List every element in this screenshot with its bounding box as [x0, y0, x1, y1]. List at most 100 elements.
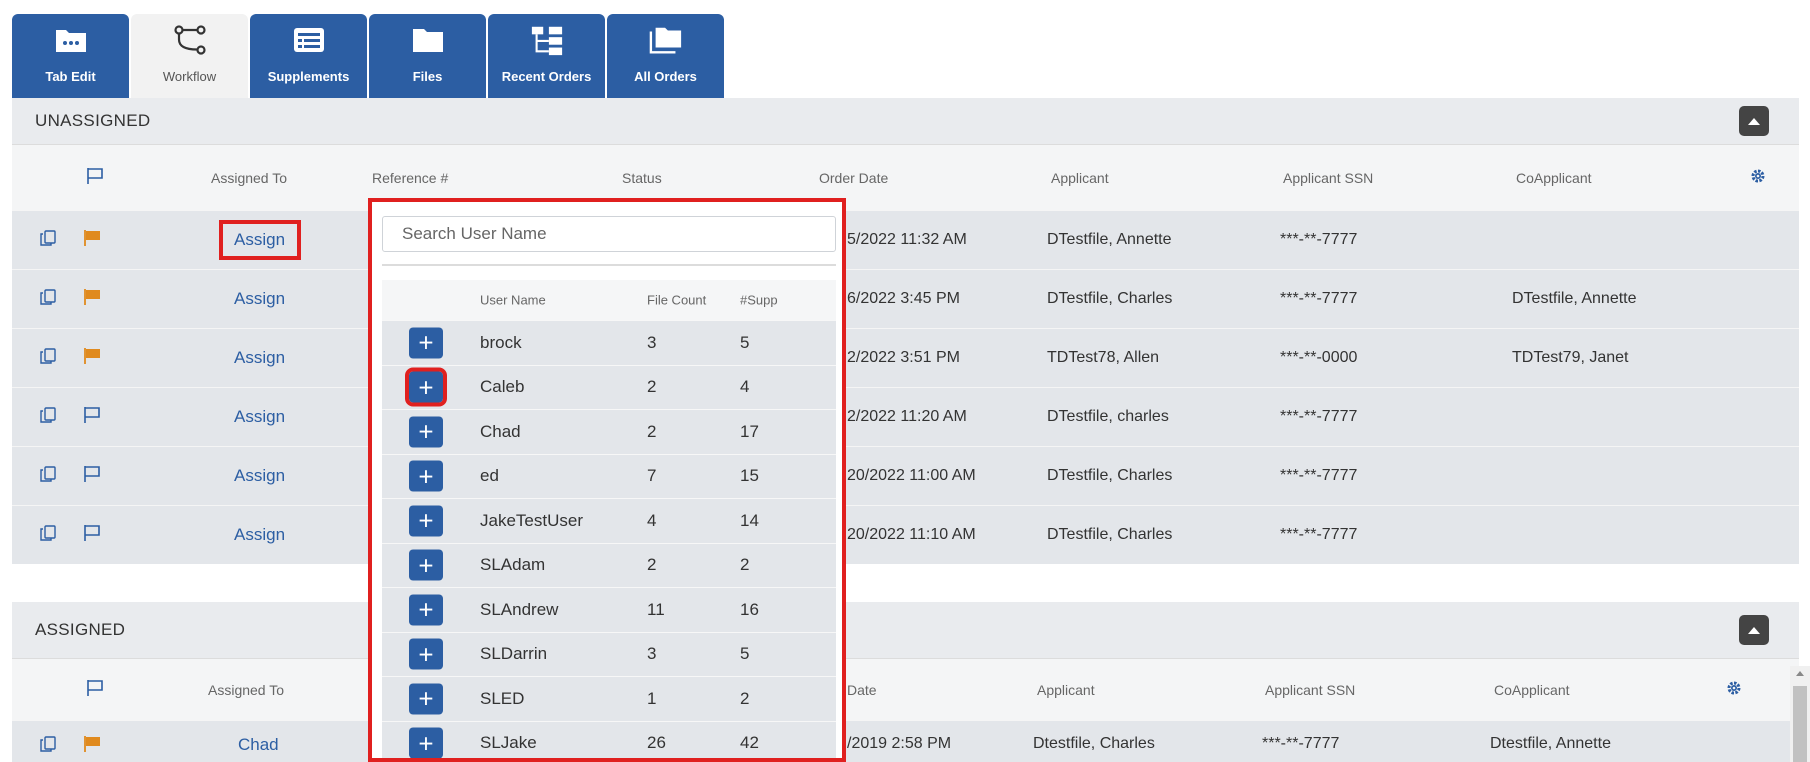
- add-user-button[interactable]: +: [409, 460, 443, 492]
- add-user-button[interactable]: +: [409, 638, 443, 670]
- unassigned-section: UNASSIGNED Assigned To Reference # Statu…: [12, 98, 1799, 564]
- coapplicant: Dtestfile, Annette: [1490, 735, 1611, 752]
- folder-icon: [411, 23, 445, 57]
- assignee-link[interactable]: Chad: [238, 735, 279, 755]
- col-ssn[interactable]: Applicant SSN: [1265, 682, 1355, 698]
- tab-files[interactable]: Files: [369, 14, 486, 98]
- table-row[interactable]: Assign 2/2022 3:51 PM TDTest78, Allen **…: [12, 328, 1799, 387]
- flag-icon[interactable]: [82, 347, 102, 370]
- user-row: + SLJake 26 42: [382, 720, 836, 758]
- col-order-date[interactable]: Order Date: [819, 170, 888, 186]
- add-user-button[interactable]: +: [409, 416, 443, 448]
- copy-icon[interactable]: [39, 288, 57, 311]
- search-user-input[interactable]: Search User Name: [382, 216, 836, 252]
- section-header: UNASSIGNED: [12, 98, 1799, 144]
- assign-link[interactable]: Assign: [234, 466, 285, 486]
- table-row[interactable]: Assign 20/2022 11:10 AM DTestfile, Charl…: [12, 505, 1799, 564]
- assign-link[interactable]: Assign: [234, 289, 285, 309]
- flag-outline-icon[interactable]: [82, 524, 102, 547]
- ssn: ***-**-7777: [1280, 231, 1358, 248]
- flag-icon[interactable]: [85, 167, 105, 188]
- tab-workflow[interactable]: Workflow: [131, 14, 248, 98]
- col-coapplicant[interactable]: CoApplicant: [1516, 170, 1592, 186]
- copy-icon[interactable]: [39, 735, 57, 758]
- col-status[interactable]: Status: [622, 170, 662, 186]
- copy-icon[interactable]: [39, 406, 57, 429]
- user-table: User Name File Count #Supp + brock 3 5 + Cal…: [382, 280, 836, 758]
- flag-outline-icon[interactable]: [82, 465, 102, 488]
- add-user-button[interactable]: +: [409, 594, 443, 626]
- tab-label: All Orders: [634, 69, 697, 84]
- section-title: UNASSIGNED: [35, 111, 151, 130]
- copy-icon[interactable]: [39, 229, 57, 252]
- add-user-button[interactable]: +: [409, 683, 443, 715]
- add-user-button[interactable]: +: [405, 367, 447, 407]
- assign-link[interactable]: Assign: [234, 348, 285, 368]
- flag-icon[interactable]: [85, 679, 105, 700]
- tab-bar: Tab Edit Workflow Supplements Files Rece…: [12, 14, 724, 98]
- file-count: 3: [647, 332, 657, 352]
- copy-icon[interactable]: [39, 465, 57, 488]
- col-order-date[interactable]: Date: [847, 682, 877, 698]
- ssn: ***-**-7777: [1280, 467, 1358, 484]
- supp-count: 5: [740, 644, 750, 664]
- divider: [382, 264, 836, 266]
- add-user-button[interactable]: +: [409, 549, 443, 581]
- gear-icon[interactable]: [1726, 680, 1742, 699]
- col-coapplicant[interactable]: CoApplicant: [1494, 682, 1570, 698]
- supp-count: 5: [740, 332, 750, 352]
- table-row[interactable]: Assign 20/2022 11:00 AM DTestfile, Charl…: [12, 446, 1799, 505]
- scrollbar-thumb[interactable]: [1793, 686, 1807, 762]
- assign-link[interactable]: Assign: [234, 525, 285, 545]
- flag-outline-icon[interactable]: [82, 406, 102, 429]
- applicant: DTestfile, Charles: [1047, 467, 1173, 484]
- tab-recent-orders[interactable]: Recent Orders: [488, 14, 605, 98]
- col-assigned-to[interactable]: Assigned To: [211, 170, 287, 186]
- col-file-count[interactable]: File Count: [647, 293, 706, 308]
- tab-all-orders[interactable]: All Orders: [607, 14, 724, 98]
- tab-edit[interactable]: Tab Edit: [12, 14, 129, 98]
- user-name: brock: [480, 332, 522, 352]
- flag-icon[interactable]: [82, 735, 102, 758]
- col-assigned-to[interactable]: Assigned To: [208, 682, 284, 698]
- section-header: ASSIGNED: [12, 602, 1799, 658]
- tab-supplements[interactable]: Supplements: [250, 14, 367, 98]
- add-user-button[interactable]: +: [409, 727, 443, 758]
- flag-icon[interactable]: [82, 288, 102, 311]
- collapse-button[interactable]: [1739, 106, 1769, 136]
- user-name: Caleb: [480, 377, 525, 397]
- col-applicant[interactable]: Applicant: [1051, 170, 1109, 186]
- list-card-icon: [292, 23, 326, 57]
- tab-label: Files: [412, 69, 443, 84]
- gear-icon[interactable]: [1750, 168, 1766, 187]
- col-applicant[interactable]: Applicant: [1037, 682, 1095, 698]
- coapplicant: TDTest79, Janet: [1512, 349, 1629, 366]
- col-user-name[interactable]: User Name: [480, 293, 546, 308]
- add-user-button[interactable]: +: [409, 505, 443, 537]
- assigned-section: ASSIGNED Assigned To Date Applicant Appl…: [12, 602, 1799, 762]
- table-row[interactable]: Assign 2/2022 11:20 AM DTestfile, charle…: [12, 387, 1799, 446]
- add-user-button[interactable]: +: [409, 327, 443, 359]
- table-row[interactable]: Chad /2019 2:58 PM Dtestfile, Charles **…: [12, 720, 1799, 762]
- file-count: 11: [647, 599, 665, 619]
- ssn: ***-**-7777: [1280, 526, 1358, 543]
- copy-icon[interactable]: [39, 347, 57, 370]
- file-count: 4: [647, 510, 657, 530]
- collapse-button[interactable]: [1739, 615, 1769, 645]
- order-date: 20/2022 11:00 AM: [847, 467, 976, 484]
- col-supp[interactable]: #Supp: [740, 293, 778, 308]
- caret-up-icon: [1748, 118, 1760, 125]
- assign-link[interactable]: Assign: [234, 407, 285, 427]
- col-ssn[interactable]: Applicant SSN: [1283, 170, 1373, 186]
- tab-label: Workflow: [162, 69, 217, 84]
- col-reference[interactable]: Reference #: [372, 170, 448, 186]
- scrollbar[interactable]: [1790, 666, 1810, 762]
- applicant: DTestfile, Annette: [1047, 231, 1172, 248]
- table-row[interactable]: Assign 6/2022 3:45 PM DTestfile, Charles…: [12, 269, 1799, 328]
- scroll-up-icon: [1796, 671, 1804, 676]
- copy-icon[interactable]: [39, 524, 57, 547]
- flag-icon[interactable]: [82, 229, 102, 252]
- ssn: ***-**-7777: [1280, 408, 1358, 425]
- user-name: SLAdam: [480, 555, 546, 575]
- tab-label: Supplements: [267, 69, 350, 84]
